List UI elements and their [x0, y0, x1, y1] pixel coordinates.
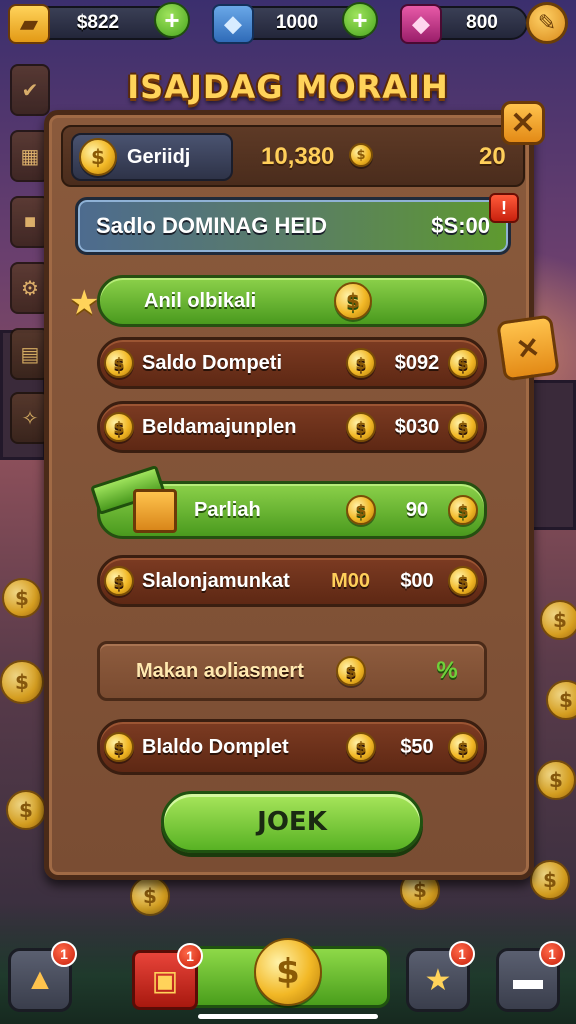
background-coin: $: [536, 760, 576, 800]
background-coin: $: [0, 660, 44, 704]
list-item[interactable]: $ Blaldo Domplet $ $50 $: [97, 719, 487, 775]
alert-badge: !: [489, 193, 519, 223]
list-item-amount: $50: [400, 735, 434, 758]
currency-chip[interactable]: $ Geriidj: [71, 133, 233, 181]
coin-icon: $: [448, 732, 478, 762]
coin-icon: $: [79, 138, 117, 176]
background-house-right: [530, 380, 576, 530]
wallet-panel: $ Geriidj 10,380 $ 20 ✕ Sadlo DOMINAG HE…: [44, 101, 545, 880]
list-item-label: Saldo Dompeti: [142, 351, 283, 374]
home-indicator[interactable]: [198, 1014, 378, 1019]
coin-icon: $: [104, 412, 134, 442]
list-item[interactable]: $ Beldamajunplen $ $030 $: [97, 401, 487, 453]
coin-icon: $: [104, 732, 134, 762]
menu-icon: ▬: [513, 963, 543, 996]
coin-icon: $: [448, 348, 478, 378]
cash-crate-icon: [90, 464, 179, 537]
coin-icon: $: [334, 282, 372, 320]
gift-icon: ■: [23, 210, 37, 233]
star-icon: ★: [69, 283, 100, 323]
resource-rubies: ◆ 800: [400, 4, 528, 44]
header-total-value: 10,380: [261, 143, 335, 170]
hammer-icon: ✕: [514, 331, 542, 365]
bottom-build-button[interactable]: ▲ 1: [8, 941, 77, 1012]
gear-icon: ⚙: [21, 277, 39, 300]
list-item-amount: $00: [400, 569, 434, 592]
top-resource-bar: ▰ $822 + ◆ 1000 + ◆ 800 ✎: [0, 0, 576, 50]
notification-badge: 1: [539, 941, 565, 967]
notification-badge: 1: [449, 941, 475, 967]
crate-icon: ▦: [20, 145, 40, 168]
list-item-amount: 90: [405, 498, 429, 521]
wrench-icon: ✎: [537, 10, 557, 35]
list-item[interactable]: Makan aoliasmert $ %: [97, 641, 487, 701]
list-item-label: Beldamajunplen: [142, 415, 297, 438]
coin-icon: $: [104, 566, 134, 596]
coin-icon: $: [448, 495, 478, 525]
list-item-label: Anil olbikali: [144, 289, 257, 312]
coin-icon: $: [346, 495, 376, 525]
coin-icon: $: [448, 412, 478, 442]
background-coin: $: [6, 790, 46, 830]
list-item-label: Blaldo Domplet: [142, 735, 289, 758]
star-icon: ★: [424, 962, 452, 998]
list-item-amount: $092: [394, 351, 440, 374]
background-coin: $: [540, 600, 576, 640]
ruby-gem-icon: ◆: [400, 4, 442, 44]
coin-icon: $: [346, 412, 376, 442]
map-icon: ▤: [20, 343, 40, 366]
coin-icon: $: [346, 348, 376, 378]
balance-label: Sadlo DOMINAG HEID: [96, 213, 328, 238]
confirm-button[interactable]: JOEK: [161, 791, 423, 853]
gold-bar-icon: ▰: [8, 4, 50, 44]
coin-icon: $: [104, 348, 134, 378]
add-gems-button[interactable]: +: [342, 2, 378, 38]
big-coin-icon[interactable]: $: [254, 938, 322, 1006]
tool-icon: ✧: [21, 407, 39, 430]
background-coin: $: [546, 680, 576, 720]
treasure-chest-button[interactable]: ▣ 1: [132, 943, 203, 1010]
bottom-favorites-button[interactable]: ★ 1: [406, 941, 475, 1012]
bottom-menu-button[interactable]: ▬ 1: [496, 941, 565, 1012]
background-coin: $: [530, 860, 570, 900]
balance-bar: Sadlo DOMINAG HEID $S:00: [75, 197, 511, 255]
screen-title: ISAJDAG MORAIH: [127, 68, 449, 106]
list-item-label: Makan aoliasmert: [136, 659, 304, 682]
list-item[interactable]: $ Saldo Dompeti $ $092 $: [97, 337, 487, 389]
settings-button[interactable]: ✎: [526, 2, 568, 44]
close-icon: ✕: [510, 106, 536, 140]
list-item-mid-value: M00: [331, 569, 370, 592]
list-item-amount: $030: [394, 415, 440, 438]
balance-value: $S:00: [431, 213, 490, 238]
header-count-value: 20: [479, 143, 506, 170]
notification-badge: 1: [51, 941, 77, 967]
treasure-chest-icon: ▣: [151, 964, 179, 996]
background-coin: $: [2, 578, 42, 618]
list-item-label: Slalonjamunkat: [142, 569, 290, 592]
coin-icon: $: [448, 566, 478, 596]
list-item-label: Parliah: [194, 498, 261, 521]
close-button[interactable]: ✕: [501, 101, 545, 145]
gem-box-icon: ◆: [212, 4, 254, 44]
add-gold-button[interactable]: +: [154, 2, 190, 38]
currency-label: Geriidj: [127, 145, 191, 168]
panel-header: $ Geriidj 10,380 $ 20: [61, 125, 525, 187]
percent-icon: %: [436, 657, 458, 684]
list-item[interactable]: Anil olbikali $: [97, 275, 487, 327]
coin-icon: $: [346, 732, 376, 762]
coin-icon: $: [349, 143, 373, 167]
side-tool-button[interactable]: ✕: [496, 314, 560, 382]
list-item[interactable]: $ Slalonjamunkat M00 $00 $: [97, 555, 487, 607]
notification-badge: 1: [177, 943, 203, 969]
hammer-icon: ▲: [25, 963, 55, 996]
coin-icon: $: [336, 656, 366, 686]
